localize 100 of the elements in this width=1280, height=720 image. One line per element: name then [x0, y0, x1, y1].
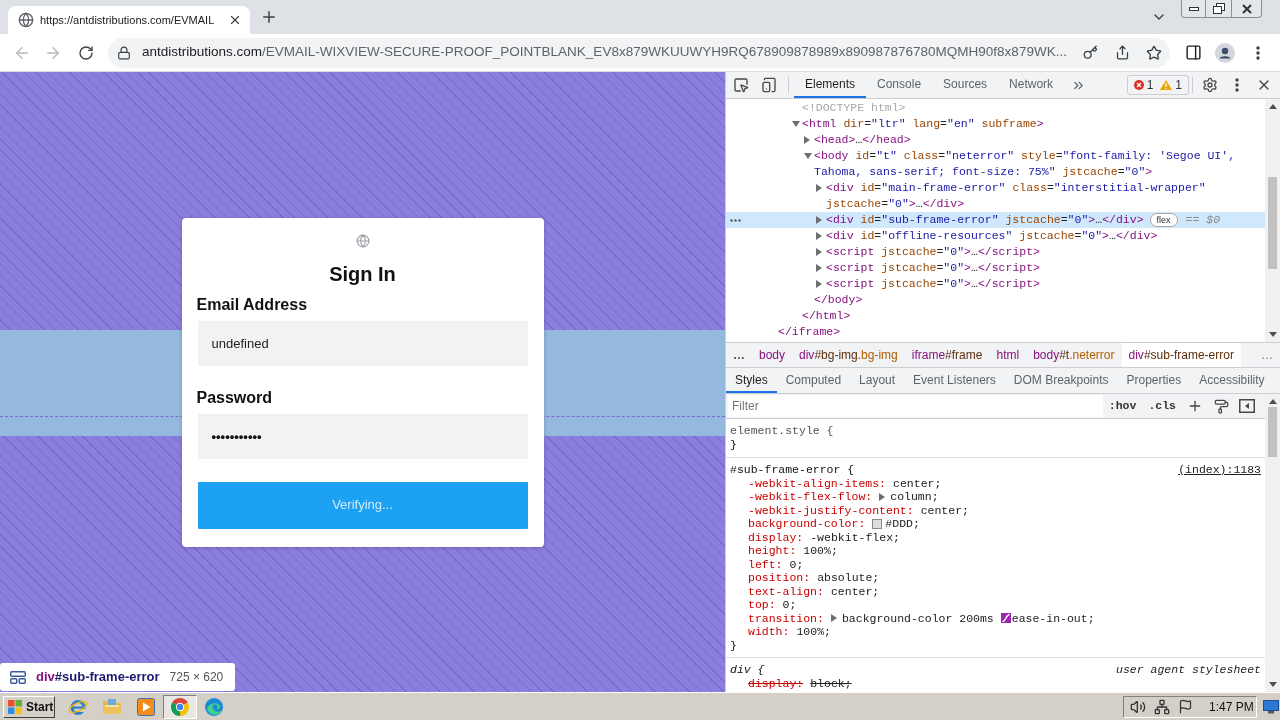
- dom-node-text: <head>…</head>: [814, 132, 911, 148]
- dom-node-text: <body id="t" class="neterror" style="font-family: 'Segoe UI', Tahoma, sans-serif; font-size: 75%" jstcache="0">: [814, 148, 1237, 180]
- dom-node-text: <script jstcache="0">…</script>: [826, 276, 1040, 292]
- triangle-right-icon[interactable]: [816, 248, 822, 256]
- scroll-up-arrow-icon[interactable]: [1268, 399, 1277, 404]
- css-selector: element.style {: [730, 423, 834, 440]
- close-icon: [1241, 3, 1252, 14]
- dom-node-text: <script jstcache="0">…</script>: [826, 244, 1040, 260]
- scrollbar[interactable]: [1265, 99, 1280, 342]
- speaker-icon[interactable]: [1130, 698, 1146, 715]
- css-value[interactable]: ease-in-out;: [1011, 609, 1095, 627]
- sign-in-title: Sign In: [329, 261, 396, 286]
- triangle-right-icon[interactable]: [816, 216, 822, 224]
- state-toggle-button[interactable]: .cls: [1142, 395, 1182, 417]
- sidebar-tab[interactable]: Properties: [1117, 368, 1191, 393]
- sidebar-tab[interactable]: Event Listeners: [904, 368, 1005, 393]
- scrollbar[interactable]: [1265, 394, 1280, 692]
- scrollbar-thumb[interactable]: [1268, 407, 1277, 457]
- settings-icon: [1201, 77, 1218, 93]
- menu-icon: [1234, 78, 1239, 92]
- breadcrumb-item[interactable]: div#sub-frame-error: [1121, 343, 1241, 367]
- avatar-icon: [1215, 42, 1235, 63]
- flag-icon[interactable]: [1178, 699, 1193, 714]
- triangle-down-icon[interactable]: [792, 121, 800, 127]
- email-field[interactable]: undefined: [197, 320, 528, 366]
- clock-time[interactable]: 1:47 PM: [1209, 697, 1254, 716]
- triangle-right-icon[interactable]: [804, 136, 810, 144]
- triangle-right-icon[interactable]: [816, 184, 822, 192]
- close-icon[interactable]: [228, 13, 242, 27]
- sidebar-tab[interactable]: Accessibility: [1190, 368, 1274, 393]
- dom-tree-row[interactable]: <div id="sub-frame-error" jstcache="0">…</div> flex == $0: [726, 212, 1265, 228]
- easing-curve-icon[interactable]: [1000, 613, 1011, 624]
- sidebar-tab[interactable]: DOM Breakpoints: [1004, 368, 1118, 393]
- panel-toggle-icon: [1239, 399, 1255, 413]
- stylesheet-source-label: user agent stylesheet: [1116, 662, 1261, 679]
- lock-icon: [117, 45, 131, 60]
- reload-icon: [78, 44, 94, 61]
- stylesheet-link[interactable]: (index):1183: [1178, 460, 1261, 479]
- breadcrumb-scroll-left[interactable]: …: [726, 343, 752, 367]
- restore-icon: [1212, 3, 1225, 14]
- monitor-icon: [1263, 699, 1279, 714]
- closing-brace: }: [730, 637, 737, 654]
- plus-icon: [260, 8, 278, 26]
- devtools-tab[interactable]: Sources: [932, 72, 999, 98]
- ellipsis-icon[interactable]: [730, 219, 741, 222]
- globe-icon: [18, 12, 34, 28]
- minimize-icon: [1188, 6, 1199, 11]
- devtools-tab[interactable]: Elements: [794, 72, 867, 98]
- doctype-declaration: <!DOCTYPE html>: [802, 100, 906, 116]
- side-panel-icon: [1184, 44, 1202, 61]
- device-icon: [761, 77, 777, 93]
- plus-icon: [1187, 398, 1203, 414]
- password-field[interactable]: •••••••••••: [197, 413, 528, 459]
- share-icon: [1114, 45, 1130, 60]
- console-reference-label: == $0: [1185, 212, 1221, 228]
- element-selector-label: div#sub-frame-error: [36, 668, 160, 687]
- devtools-tab[interactable]: Network: [998, 72, 1065, 98]
- key-icon: [1082, 45, 1098, 60]
- devtools-tab[interactable]: Console: [866, 72, 933, 98]
- star-icon: [1146, 44, 1162, 61]
- filter-field[interactable]: Filter: [728, 395, 1103, 417]
- flex-overlay-toggle[interactable]: flex: [1149, 213, 1178, 227]
- state-toggle-button[interactable]: :hov: [1102, 395, 1143, 417]
- network-icon[interactable]: [1154, 698, 1170, 715]
- color-swatch[interactable]: [872, 518, 883, 529]
- circle-logo-icon: [170, 696, 190, 717]
- swirl-logo-icon: [204, 696, 224, 717]
- triangle-down-icon[interactable]: [804, 153, 812, 159]
- css-value[interactable]: background-color 200ms: [841, 609, 994, 627]
- sidebar-tab[interactable]: Computed: [776, 368, 851, 393]
- scrollbar-thumb[interactable]: [1268, 177, 1277, 269]
- menu-icon: [1256, 45, 1260, 60]
- closing-tag: </body>: [814, 292, 863, 308]
- tab-title: https://antdistributions.com/EVMAIL: [40, 12, 216, 28]
- issues-counter[interactable]: 1 1: [1126, 75, 1189, 95]
- taskbar-app-button[interactable]: [163, 694, 197, 719]
- paint-roller-icon: [1213, 398, 1229, 414]
- error-icon: [1133, 80, 1144, 90]
- browser-tab[interactable]: https://antdistributions.com/EVMAIL: [8, 6, 250, 34]
- start-button[interactable]: Start: [3, 695, 55, 718]
- four-pane-logo-icon: [7, 698, 23, 715]
- address-bar[interactable]: antdistributions.com/EVMAIL-WIXVIEW-SECURE-PROOF_POINTBLANK_EV8x879WKUUWYH9RQ678909878989x890987876780MQMH90f8x879WK...: [108, 37, 1170, 68]
- closing-tag: </html>: [802, 308, 851, 324]
- breadcrumb-scroll-right[interactable]: …: [1254, 343, 1280, 367]
- expand-triangle-icon[interactable]: [830, 614, 837, 623]
- triangle-right-icon[interactable]: [816, 280, 822, 288]
- scroll-up-arrow-icon[interactable]: [1268, 104, 1277, 109]
- dom-node-text: <div id="sub-frame-error" jstcache="0">…</div>: [826, 212, 1144, 228]
- css-value[interactable]: block;: [810, 675, 852, 693]
- triangle-right-icon[interactable]: [816, 232, 822, 240]
- inspect-icon: [733, 77, 749, 93]
- sidebar-tab[interactable]: Layout: [850, 368, 905, 393]
- grid-layout-icon: [10, 670, 26, 684]
- dom-node-text: jstcache="0">…</div>: [826, 196, 965, 212]
- field-label: Password: [196, 387, 274, 408]
- scroll-down-arrow-icon[interactable]: [1268, 332, 1277, 337]
- scroll-down-arrow-icon[interactable]: [1268, 682, 1277, 687]
- triangle-right-icon[interactable]: [816, 264, 822, 272]
- play-icon: [137, 697, 155, 716]
- expand-triangle-icon[interactable]: [879, 492, 886, 501]
